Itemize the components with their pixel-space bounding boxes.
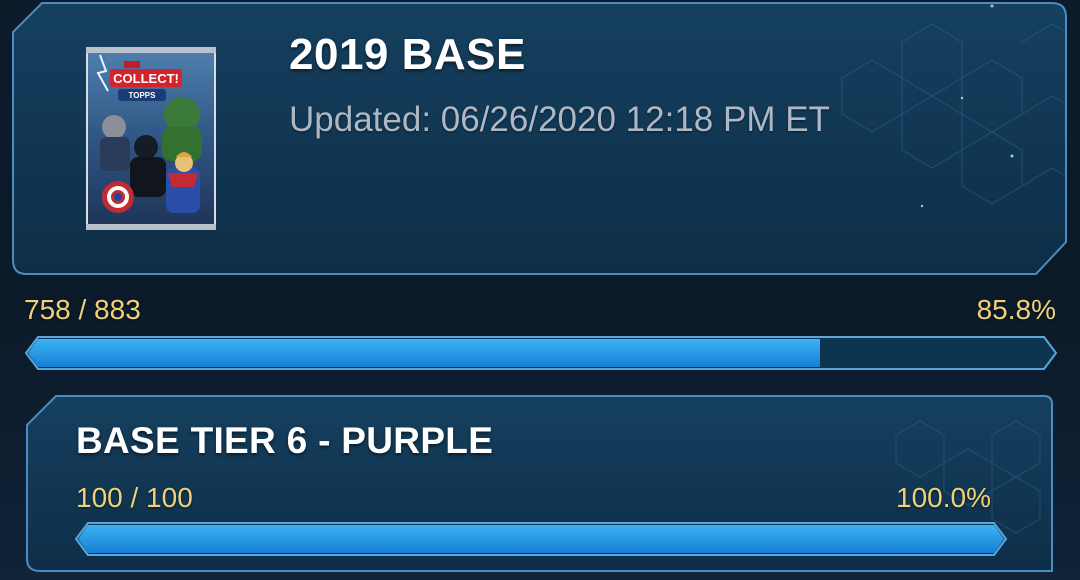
tier-progress-fill [78,525,1004,553]
collection-progress-fill [28,339,820,367]
collection-title: 2019 BASE [289,30,526,79]
tier-progress-bar [74,522,1008,556]
collection-progress-count: 758 / 883 [24,294,141,325]
pack-logo-text: COLLECT! [113,71,179,86]
updated-timestamp: Updated: 06/26/2020 12:18 PM ET [289,100,830,139]
collection-progress-bar [24,336,1058,370]
tier-title: BASE TIER 6 - PURPLE [76,420,494,461]
tier-progress-percent: 100.0% [896,482,991,513]
collection-progress-percent: 85.8% [976,294,1056,325]
tier-progress-count: 100 / 100 [76,482,193,513]
card-pack-image: COLLECT! TOPPS [86,47,216,230]
pack-publisher-text: TOPPS [129,91,157,100]
collection-card[interactable]: COLLECT! TOPPS 2019 BASE Updated: 06/26/… [12,2,1068,276]
